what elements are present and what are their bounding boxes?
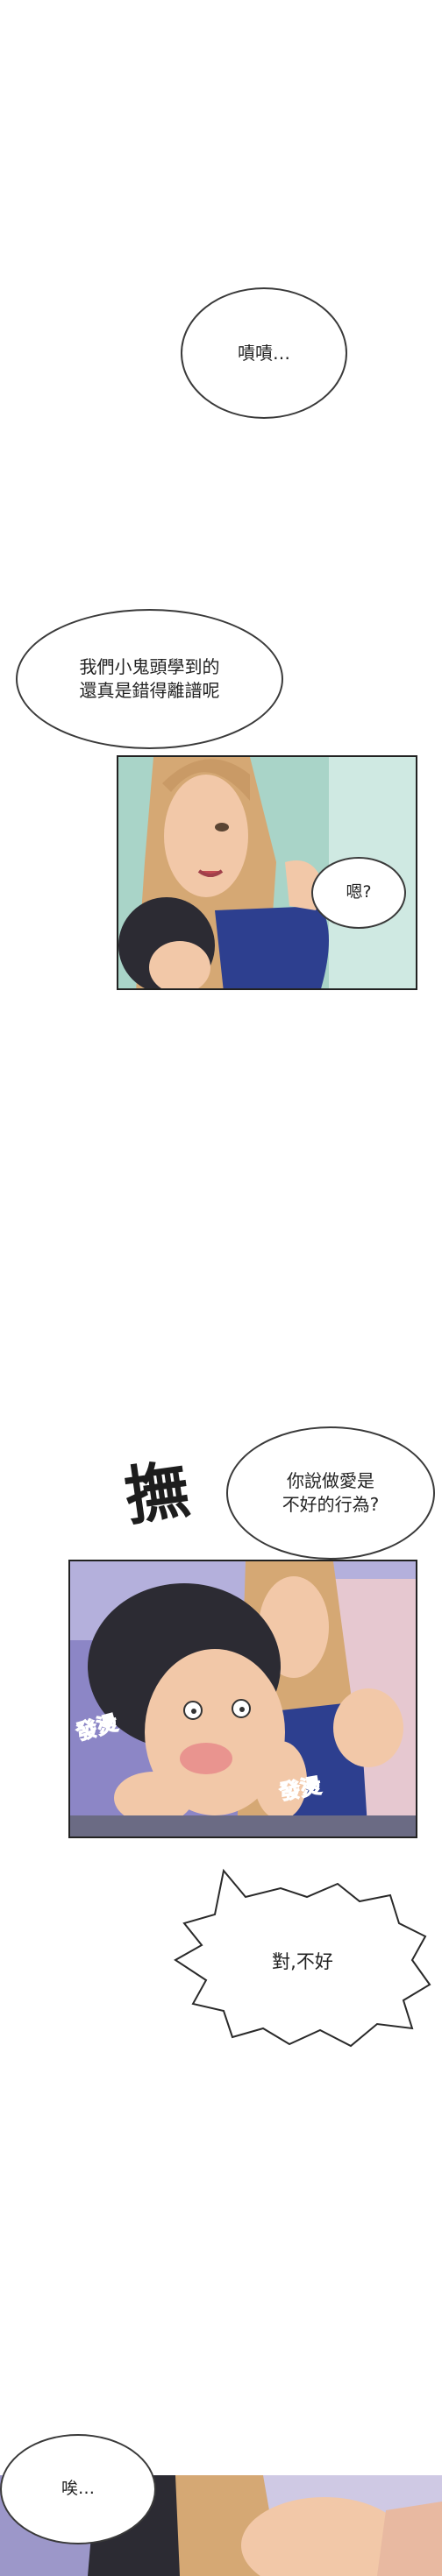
comic-panel-2: 發燙 發燙 [68, 1560, 417, 1838]
speech-text-4: 你說做愛是 不好的行為? [282, 1470, 380, 1515]
panel-2-artwork [70, 1561, 416, 1836]
sfx-caress: 撫 [118, 1437, 194, 1537]
speech-text-6: 唉… [61, 2479, 95, 2499]
sfx-caress-text: 撫 [120, 1452, 194, 1534]
speech-bubble-2: 我們小鬼頭學到的 還真是錯得離譜呢 [16, 609, 283, 749]
speech-bubble-6: 唉… [0, 2434, 156, 2544]
speech-bubble-4: 你說做愛是 不好的行為? [226, 1426, 435, 1560]
speech-text-5: 對,不好 [272, 1950, 333, 1972]
shout-bubble-5: 對,不好 [162, 1862, 442, 2059]
speech-text-1: 嘖嘖… [238, 342, 290, 364]
speech-text-3: 嗯? [346, 882, 372, 902]
speech-bubble-1: 嘖嘖… [181, 287, 347, 419]
speech-bubble-3: 嗯? [311, 857, 406, 929]
speech-text-2: 我們小鬼頭學到的 還真是錯得離譜呢 [79, 656, 220, 701]
